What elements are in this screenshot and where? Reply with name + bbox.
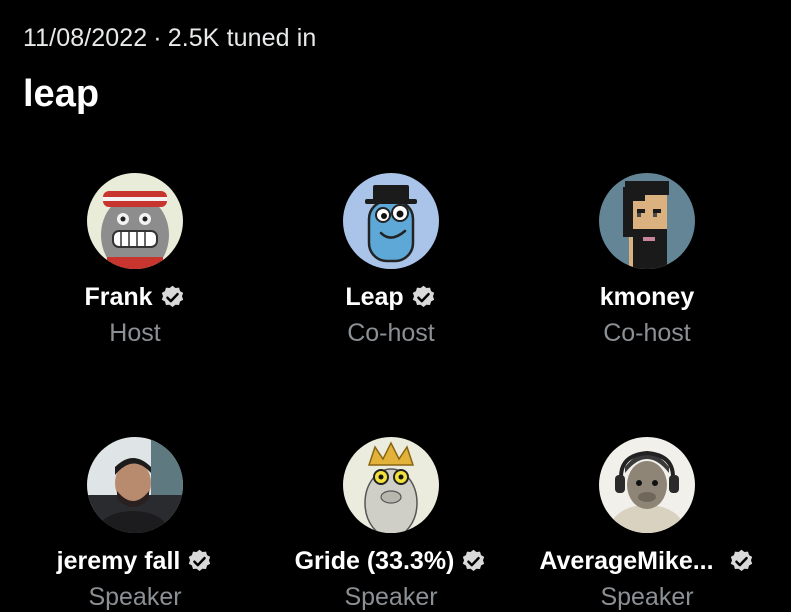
name-row: AverageMike...: [539, 545, 754, 577]
participant-averagemike[interactable]: AverageMike... Speaker: [519, 437, 775, 612]
participant-name[interactable]: kmoney: [600, 283, 694, 312]
blue-cartoon-avatar[interactable]: [343, 173, 439, 269]
participant-name[interactable]: Gride (33.3%): [295, 547, 455, 576]
participant-frank[interactable]: Frank Host: [7, 173, 263, 348]
space-title: leap: [23, 73, 100, 115]
space-meta: 11/08/2022 · 2.5K tuned in: [23, 24, 316, 53]
participant-role: Co-host: [603, 319, 691, 347]
participant-role: Speaker: [344, 583, 438, 611]
participant-role: Speaker: [88, 583, 182, 611]
name-row: Gride (33.3%): [295, 545, 488, 577]
participant-kmoney[interactable]: kmoney Co-host: [519, 173, 775, 348]
meta-separator: ·: [153, 24, 162, 52]
participant-name[interactable]: AverageMike...: [539, 547, 713, 576]
participant-name[interactable]: Leap: [345, 283, 403, 312]
verified-badge-icon: [412, 285, 434, 307]
name-row: kmoney: [600, 281, 694, 313]
listener-count: 2.5K tuned in: [167, 24, 317, 52]
participant-jeremy-fall[interactable]: jeremy fall Speaker: [7, 437, 263, 612]
bored-ape-avatar[interactable]: [87, 173, 183, 269]
name-row: Leap: [345, 281, 436, 313]
crowned-ape-avatar[interactable]: [343, 437, 439, 533]
name-row: jeremy fall: [57, 545, 214, 577]
participant-role: Co-host: [347, 319, 435, 347]
name-row: Frank: [84, 281, 185, 313]
photo-avatar[interactable]: [87, 437, 183, 533]
participant-gride[interactable]: Gride (33.3%) Speaker: [263, 437, 519, 612]
participant-role: Speaker: [600, 583, 694, 611]
space-date: 11/08/2022: [23, 24, 148, 52]
participant-name[interactable]: jeremy fall: [57, 547, 181, 576]
participant-role: Host: [109, 319, 161, 347]
participant-leap[interactable]: Leap Co-host: [263, 173, 519, 348]
verified-badge-icon: [189, 549, 211, 571]
verified-badge-icon: [730, 549, 752, 571]
headphones-ape-avatar[interactable]: [599, 437, 695, 533]
verified-badge-icon: [463, 549, 485, 571]
cryptopunk-avatar[interactable]: [599, 173, 695, 269]
verified-badge-icon: [161, 285, 183, 307]
participant-name[interactable]: Frank: [84, 283, 152, 312]
